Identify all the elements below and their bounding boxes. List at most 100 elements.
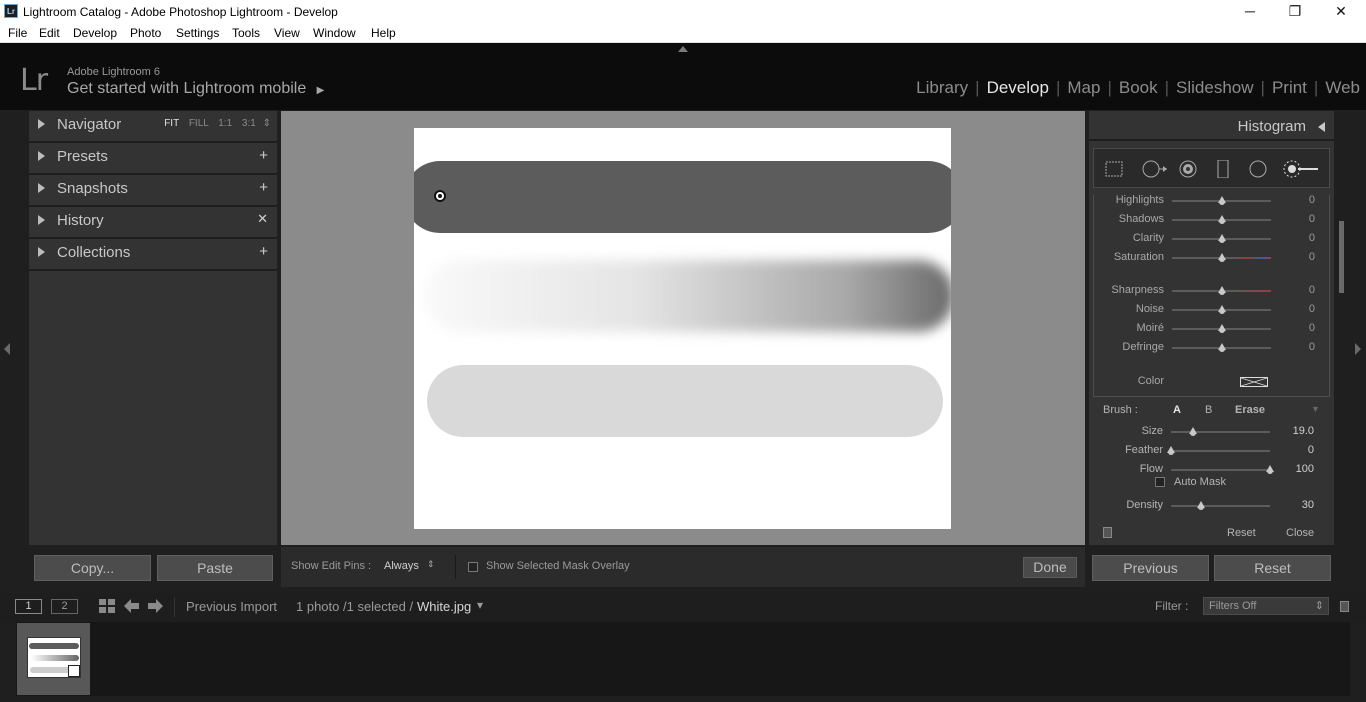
shadows-value[interactable]: 0 <box>1309 213 1315 225</box>
menu-view[interactable]: View <box>274 26 300 40</box>
menu-edit[interactable]: Edit <box>39 26 60 40</box>
spot-removal-icon[interactable] <box>1141 160 1169 178</box>
filename-dropdown-icon[interactable]: ▾ <box>477 598 483 612</box>
filter-value[interactable]: Filters Off <box>1209 600 1256 612</box>
brush-density-value[interactable]: 30 <box>1302 499 1314 511</box>
play-arrow-icon[interactable]: ▶ <box>317 85 325 96</box>
paste-settings-button[interactable]: Paste <box>157 555 273 581</box>
color-swatch-icon[interactable] <box>1240 377 1268 387</box>
auto-mask-label[interactable]: Auto Mask <box>1174 476 1226 488</box>
module-develop[interactable]: Develop <box>987 78 1049 98</box>
image-canvas[interactable] <box>281 111 1085 545</box>
close-window-button[interactable]: ✕ <box>1318 0 1364 23</box>
navigator-header[interactable]: Navigator FIT FILL 1:1 3:1 ⇕ <box>29 111 277 143</box>
brush-feather-slider-thumb[interactable] <box>1167 446 1175 455</box>
copy-settings-button[interactable]: Copy... <box>34 555 151 581</box>
restore-button[interactable]: ❐ <box>1272 0 1318 23</box>
brush-flow-slider-thumb[interactable] <box>1266 465 1274 474</box>
show-edit-pins-select[interactable]: Always <box>384 560 419 572</box>
expand-triangle-icon[interactable] <box>38 183 45 193</box>
filmstrip-thumbnail-cell[interactable] <box>17 623 90 695</box>
back-arrow-icon[interactable] <box>124 599 140 614</box>
sharpness-value[interactable]: 0 <box>1309 284 1315 296</box>
source-label[interactable]: Previous Import <box>186 599 277 614</box>
collections-header[interactable]: Collections + <box>29 239 277 271</box>
grid-view-icon[interactable] <box>99 599 115 614</box>
clear-history-icon[interactable]: ✕ <box>257 211 268 227</box>
zoom-fill[interactable]: FILL <box>189 118 209 129</box>
graduated-filter-icon[interactable] <box>1213 160 1233 178</box>
brush-erase-tab[interactable]: Erase <box>1235 404 1265 416</box>
expand-triangle-icon[interactable] <box>38 151 45 161</box>
moire-value[interactable]: 0 <box>1309 322 1315 334</box>
module-book[interactable]: Book <box>1119 78 1158 98</box>
menu-tools[interactable]: Tools <box>232 26 260 40</box>
history-header[interactable]: History ✕ <box>29 207 277 239</box>
module-print[interactable]: Print <box>1272 78 1307 98</box>
clarity-value[interactable]: 0 <box>1309 232 1315 244</box>
expand-triangle-icon[interactable] <box>38 215 45 225</box>
brush-size-slider-track[interactable] <box>1171 431 1270 433</box>
done-button[interactable]: Done <box>1023 557 1077 578</box>
menu-settings[interactable]: Settings <box>176 26 219 40</box>
right-panel-scrollbar[interactable] <box>1339 221 1344 293</box>
defringe-slider-thumb[interactable] <box>1217 343 1226 352</box>
brush-size-slider-thumb[interactable] <box>1188 427 1197 436</box>
reset-button[interactable]: Reset <box>1214 555 1331 581</box>
photo-preview[interactable] <box>414 128 951 529</box>
module-library[interactable]: Library <box>916 78 968 98</box>
expand-triangle-icon[interactable] <box>38 119 45 129</box>
brush-dropdown-icon[interactable]: ▼ <box>1311 404 1320 414</box>
updown-arrows-icon[interactable]: ⇕ <box>427 559 435 570</box>
brush-flow-slider-track[interactable] <box>1171 469 1270 471</box>
forward-arrow-icon[interactable] <box>148 599 164 614</box>
add-snapshot-icon[interactable]: + <box>259 179 268 196</box>
show-mask-overlay-checkbox[interactable] <box>468 562 478 572</box>
expand-triangle-icon[interactable] <box>38 247 45 257</box>
edit-pin-icon[interactable] <box>434 190 446 202</box>
noise-slider-thumb[interactable] <box>1217 305 1226 314</box>
histogram-header[interactable]: Histogram <box>1089 111 1334 141</box>
brush-feather-slider-track[interactable] <box>1171 450 1270 452</box>
show-mask-overlay-label[interactable]: Show Selected Mask Overlay <box>486 560 630 572</box>
saturation-slider-thumb[interactable] <box>1217 253 1226 262</box>
presets-header[interactable]: Presets + <box>29 143 277 175</box>
previous-button[interactable]: Previous <box>1092 555 1209 581</box>
auto-mask-checkbox[interactable] <box>1155 477 1165 487</box>
zoom-fit[interactable]: FIT <box>164 118 179 129</box>
radial-filter-icon[interactable] <box>1248 160 1268 178</box>
photo-thumbnail[interactable] <box>27 637 81 678</box>
red-eye-icon[interactable] <box>1178 160 1198 178</box>
defringe-value[interactable]: 0 <box>1309 341 1315 353</box>
clarity-slider-thumb[interactable] <box>1217 234 1226 243</box>
brush-feather-value[interactable]: 0 <box>1308 444 1314 456</box>
filter-select[interactable]: Filters Off ⇕ <box>1203 597 1329 615</box>
brush-a-tab[interactable]: A <box>1173 404 1181 416</box>
get-started-label[interactable]: Get started with Lightroom mobile <box>67 80 306 97</box>
zoom-1-1[interactable]: 1:1 <box>218 118 232 129</box>
add-collection-icon[interactable]: + <box>259 243 268 260</box>
brush-b-tab[interactable]: B <box>1205 404 1212 416</box>
sharpness-slider-thumb[interactable] <box>1217 286 1226 295</box>
collapse-right-panel-icon[interactable] <box>1355 343 1361 355</box>
add-preset-icon[interactable]: + <box>259 147 268 164</box>
brush-reset-button[interactable]: Reset <box>1227 527 1256 539</box>
moire-slider-thumb[interactable] <box>1217 324 1226 333</box>
get-started-mobile-link[interactable]: Get started with Lightroom mobile ▶ <box>67 80 324 98</box>
adjustment-brush-icon[interactable] <box>1282 160 1320 178</box>
module-web[interactable]: Web <box>1325 78 1360 98</box>
collapse-triangle-icon[interactable] <box>1318 122 1325 132</box>
panel-toggle-switch[interactable] <box>1103 527 1112 538</box>
highlights-slider-thumb[interactable] <box>1217 196 1226 205</box>
brush-size-value[interactable]: 19.0 <box>1293 425 1314 437</box>
collapse-top-panel-icon[interactable] <box>678 46 688 52</box>
menu-window[interactable]: Window <box>313 26 356 40</box>
zoom-3-1[interactable]: 3:1 <box>242 118 256 129</box>
main-window-button[interactable]: 1 <box>15 599 42 614</box>
snapshots-header[interactable]: Snapshots + <box>29 175 277 207</box>
menu-file[interactable]: File <box>8 26 27 40</box>
brush-density-slider-thumb[interactable] <box>1196 501 1205 510</box>
highlights-value[interactable]: 0 <box>1309 195 1315 206</box>
module-map[interactable]: Map <box>1067 78 1100 98</box>
collapse-left-panel-icon[interactable] <box>4 343 10 355</box>
